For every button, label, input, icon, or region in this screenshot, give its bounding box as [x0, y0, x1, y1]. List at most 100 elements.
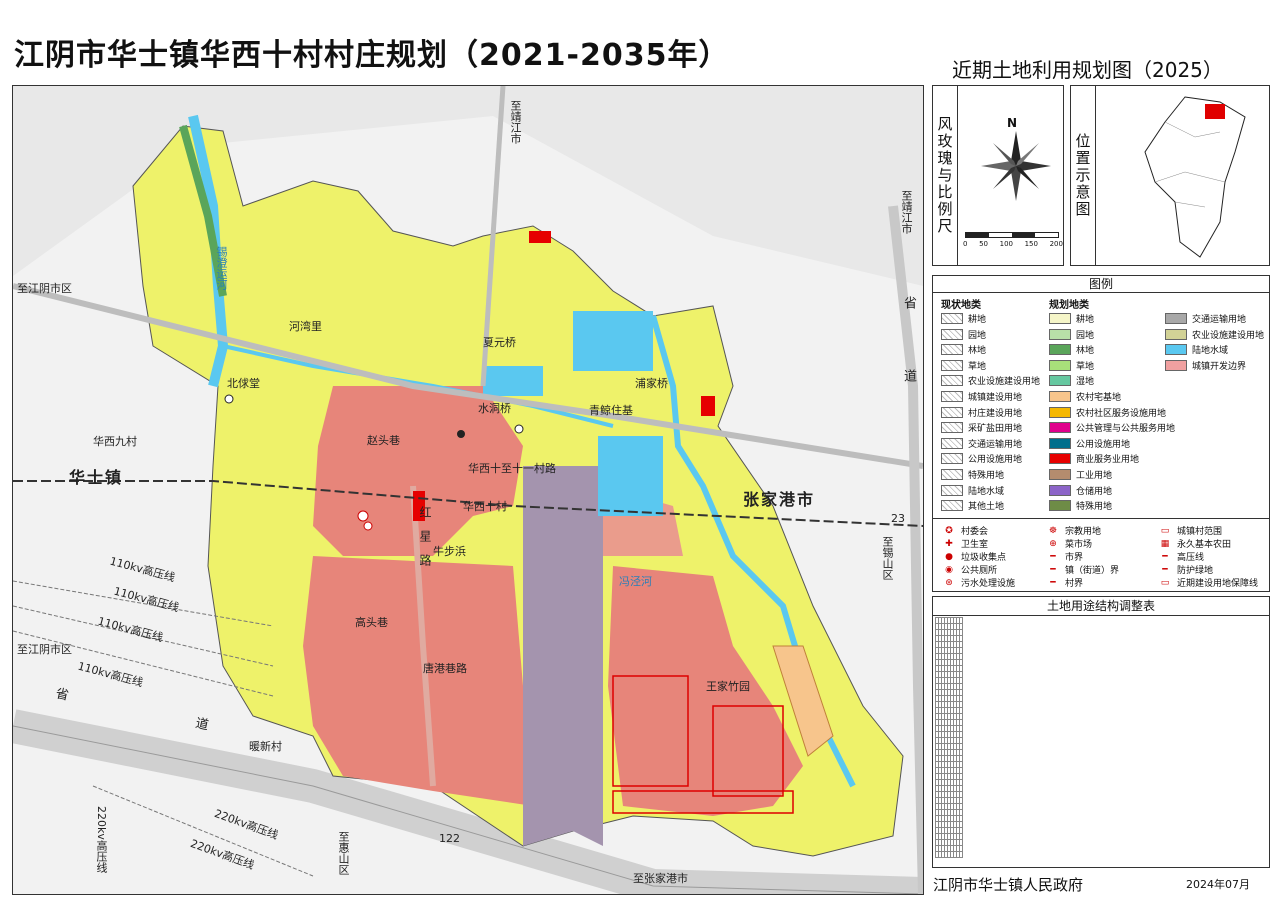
label-zhi-huishan: 至惠山区: [337, 831, 350, 875]
label-road-name: 华西十至十一村路: [468, 462, 556, 475]
legend-label: 公用设施用地: [1076, 439, 1131, 450]
legend-item: 园地: [941, 328, 986, 341]
legend-swatch: [1049, 359, 1071, 371]
line-icon: ━: [1162, 564, 1168, 575]
legend-swatch: [941, 453, 963, 465]
legend-item: 采矿盐田用地: [941, 421, 1022, 434]
legend-swatch: [941, 406, 963, 418]
legend-swatch: [941, 344, 963, 356]
legend-label: 城镇建设用地: [968, 393, 1023, 403]
legend-swatch: [941, 437, 963, 449]
legend-label: 陆地水域: [1192, 346, 1229, 357]
legend-label: 耕地: [1076, 315, 1095, 325]
legend-item: ━ 防护绿地: [1157, 563, 1213, 577]
table-cell: [959, 851, 963, 858]
legend-label: 污水处理设施: [961, 579, 1016, 589]
legend-label: 湿地: [1076, 377, 1095, 388]
legend-label: 交通运输用地: [1192, 315, 1247, 325]
water-block-3: [483, 366, 543, 396]
legend-label: 特殊用地: [1076, 502, 1113, 513]
legend-item: ▭ 城镇村范围: [1157, 524, 1223, 538]
legend-swatch: [941, 328, 963, 340]
legend-item: ━ 高压线: [1157, 550, 1205, 564]
legend-swatch: [1049, 469, 1071, 480]
bin-icon: ●: [945, 551, 953, 562]
legend-item: ▦ 永久基本农田: [1157, 537, 1231, 551]
label-river-1: 锡澄运河: [215, 246, 228, 290]
sewage-icon: ⊛: [945, 577, 953, 588]
legend-item: 商业服务业用地: [1049, 452, 1139, 465]
label-zhi-jiangyin-1: 至江阴市区: [17, 282, 72, 295]
box-icon: ▭: [1160, 525, 1170, 536]
religion-icon: [224, 394, 234, 404]
legend-swatch: [941, 391, 963, 402]
table-panel: 土地用途结构调整表: [932, 596, 1270, 868]
legend-swatch: [1049, 500, 1071, 512]
line-icon: ━: [1050, 551, 1056, 562]
legend-label: 特殊用地: [968, 471, 1005, 481]
legend-label: 公共管理与公共服务用地: [1076, 424, 1176, 435]
legend-swatch: [941, 375, 963, 387]
compass-panel: 风玫瑰与比例尺 N 0 50 100 150 200: [932, 85, 1064, 266]
legend-label: 农村宅基地: [1076, 393, 1122, 403]
legend-item: 林地: [941, 343, 986, 356]
legend-label: 其他土地: [968, 502, 1005, 513]
label-hong-xing-lu: 红星路: [418, 506, 432, 578]
label-sheng-dao-1: 省道: [901, 296, 916, 442]
legend-item: 林地: [1049, 343, 1094, 356]
page-title: 江阴市华士镇华西十村村庄规划（2021-2035年）: [14, 38, 730, 73]
legend-swatch: [941, 313, 963, 324]
label-hewan-li: 河湾里: [289, 320, 322, 333]
commercial-block-2: [701, 396, 715, 416]
legend-label: 林地: [968, 346, 987, 357]
table-title: 土地用途结构调整表: [933, 597, 1269, 616]
footer-issuer: 江阴市华士镇人民政府: [933, 876, 1084, 894]
label-beijian-tang: 北俅堂: [227, 377, 260, 390]
legend-label: 耕地: [968, 315, 987, 325]
label-road-122: 122: [439, 832, 460, 845]
warehouse-zone: [523, 466, 603, 846]
legend-item: 城镇开发边界: [1165, 359, 1246, 372]
legend-item: 耕地: [1049, 312, 1094, 325]
legend-item: ✚ 卫生室: [941, 537, 988, 551]
legend-item: 其他土地: [941, 499, 1004, 512]
legend-label: 交通运输用地: [968, 439, 1023, 450]
label-river-2: 冯泾河: [619, 575, 652, 588]
label-zhi-jiangyin-2: 至江阴市区: [17, 643, 72, 656]
label-wangjia-zhuyuan: 王家竹园: [706, 680, 750, 693]
legend-swatch: [1049, 328, 1071, 340]
footer-date: 2024年07月: [1186, 878, 1250, 891]
label-shuidong-qiao: 水洞桥: [478, 402, 511, 415]
legend-label: 城镇村范围: [1177, 527, 1223, 537]
legend-item: ✪ 村委会: [941, 524, 988, 538]
legend-item: 农村宅基地: [1049, 390, 1121, 403]
redbox-icon: ▭: [1160, 577, 1170, 588]
clinic-icon: [363, 521, 373, 531]
planning-map[interactable]: 至靖江市 至靖江市 至江阴市区 至江阴市区 至锡山区 至惠山区 至张家港市 省道…: [12, 85, 924, 895]
label-pujia-qiao: 浦家桥: [635, 377, 668, 390]
label-road-23: 23: [891, 512, 905, 525]
legend-label: 近期建设用地保障线: [1177, 579, 1259, 589]
compass-side-label: 风玫瑰与比例尺: [933, 86, 958, 265]
legend-label: 林地: [1076, 346, 1095, 357]
line-icon: ━: [1050, 577, 1056, 588]
legend-label: 高压线: [1177, 553, 1205, 563]
legend-swatch: [941, 422, 963, 434]
scale-ticks: 0 50 100 150 200: [963, 240, 1063, 248]
bin-icon: [457, 430, 465, 438]
legend-swatch: [1165, 359, 1187, 371]
legend-item: ● 垃圾收集点: [941, 550, 1006, 564]
legend-item: 工业用地: [1049, 468, 1112, 481]
legend-label: 镇（街道）界: [1065, 566, 1120, 576]
legend-title: 图例: [933, 276, 1269, 293]
location-panel: 位置示意图: [1070, 85, 1270, 266]
label-qingyu-zhuji: 青鲸住基: [589, 404, 633, 417]
legend-swatch: [1049, 375, 1071, 387]
label-zhi-zhangjiagang: 至张家港市: [633, 872, 688, 885]
legend-swatch: [1049, 484, 1071, 496]
label-zhi-jingjiang-2: 至靖江市: [900, 190, 913, 234]
legend-item: 园地: [1049, 328, 1094, 341]
label-zhaotou-xiang: 赵头巷: [367, 434, 400, 447]
legend-label: 农村社区服务设施用地: [1076, 408, 1167, 419]
legend-item: ⊕ 菜市场: [1045, 537, 1092, 551]
